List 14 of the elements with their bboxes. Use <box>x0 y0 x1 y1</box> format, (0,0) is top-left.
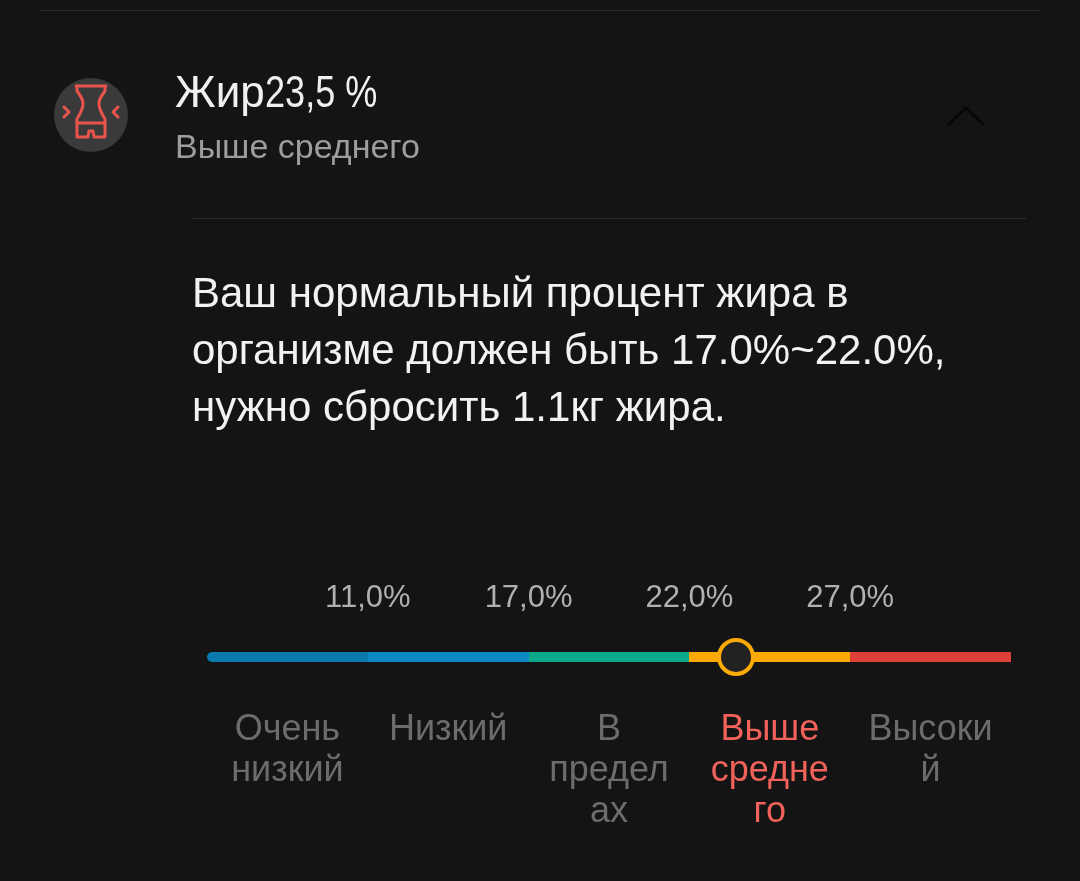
range-label: Выше среднего <box>709 707 830 830</box>
tick-label: 27,0% <box>806 579 895 615</box>
body-waist-icon <box>54 78 128 152</box>
range-label: Низкий <box>388 707 508 750</box>
metric-status: Выше среднего <box>175 126 420 167</box>
metric-value: 23,5 % <box>264 67 377 117</box>
metric-title: Жир <box>175 67 265 117</box>
tick-label: 17,0% <box>484 579 573 615</box>
tick-label: 11,0% <box>325 579 411 615</box>
range-label: В пределах <box>548 707 670 830</box>
range-label: Высокий <box>867 707 994 791</box>
description-text: Ваш нормальный процент жира в организме должен быть 17.0%~22.0%, нужно сбросить 1.1кг жира. <box>192 268 947 432</box>
tick-label: 22,0% <box>645 579 734 615</box>
range-label: Очень низкий <box>230 707 345 791</box>
